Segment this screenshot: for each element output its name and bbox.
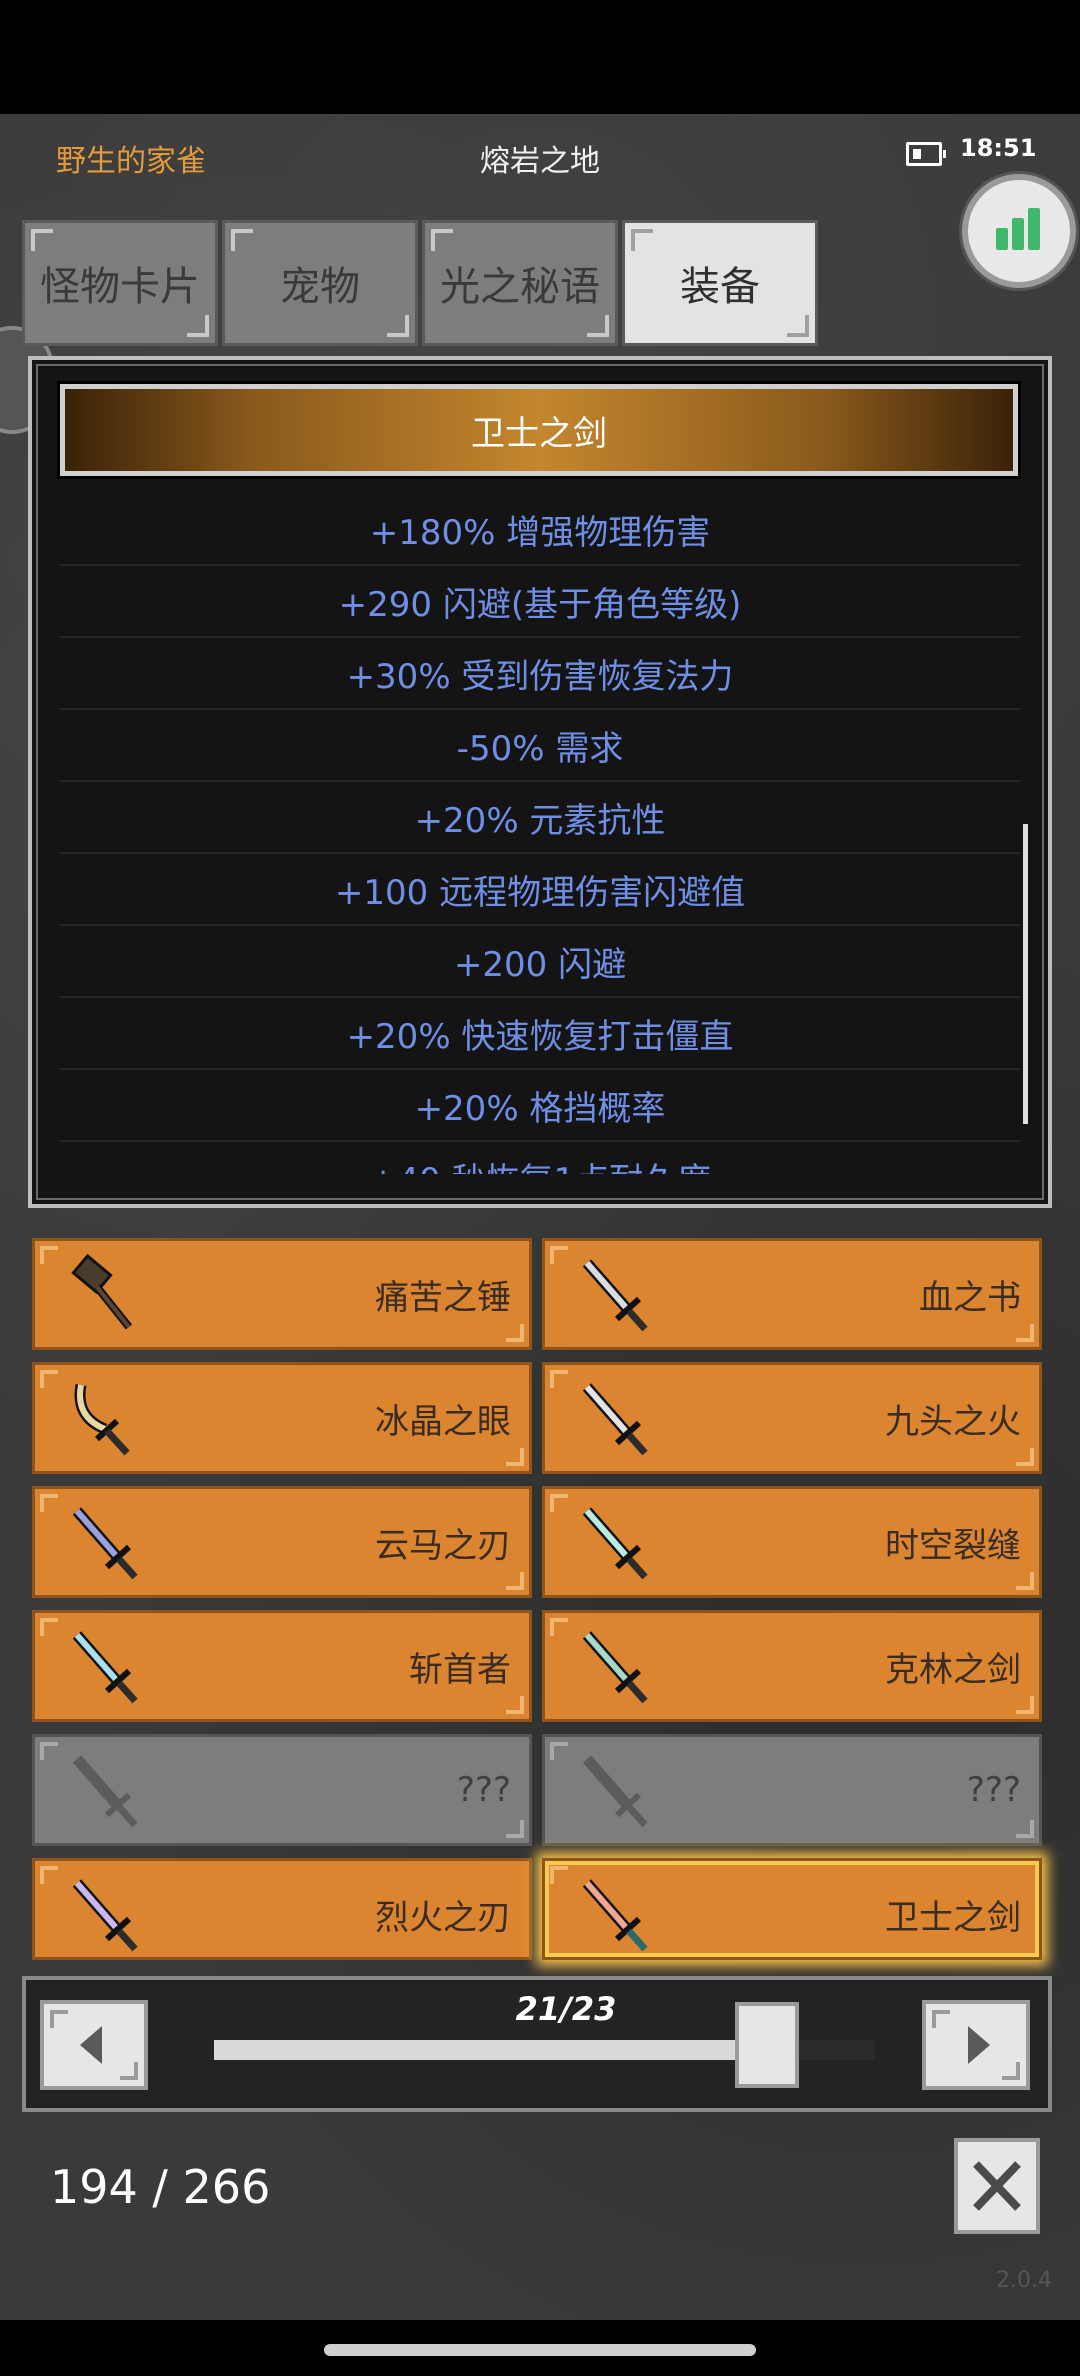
curved-blade-icon	[74, 1383, 130, 1456]
next-page-button[interactable]	[922, 2000, 1030, 2090]
stat-line: +40 秒恢复1点耐久度	[60, 1142, 1020, 1175]
locked-sword-icon	[72, 1755, 138, 1828]
stat-line: +290 闪避(基于角色等级)	[60, 566, 1020, 638]
stats-scrollbar[interactable]	[1023, 494, 1028, 1154]
locked-sword-icon	[582, 1755, 648, 1828]
equipment-card-locked[interactable]: ???	[542, 1734, 1042, 1846]
stat-line: -50% 需求	[60, 710, 1020, 782]
signal-button[interactable]	[962, 174, 1076, 288]
equipment-card[interactable]: 九头之火	[542, 1362, 1042, 1474]
status-bar: 野生的家雀 熔岩之地 18:51	[0, 114, 1080, 204]
equipment-name: 云马之刃	[375, 1525, 511, 1566]
equipment-name: 克林之剑	[885, 1649, 1021, 1690]
tab-monster-cards[interactable]: 怪物卡片	[22, 220, 218, 346]
tab-label: 光之秘语	[440, 264, 600, 310]
prev-page-button[interactable]	[40, 2000, 148, 2090]
tab-pets[interactable]: 宠物	[222, 220, 418, 346]
sword-icon	[72, 1631, 138, 1704]
equipment-card[interactable]: 克林之剑	[542, 1610, 1042, 1722]
stat-line: +20% 快速恢复打击僵直	[60, 998, 1020, 1070]
equipment-card[interactable]: 烈火之刃	[32, 1858, 532, 1960]
page-navigator: 21/23	[22, 1976, 1052, 2112]
equipment-card[interactable]: 冰晶之眼	[32, 1362, 532, 1474]
battery-icon	[906, 142, 946, 166]
item-stats-list[interactable]: +180% 增强物理伤害 +290 闪避(基于角色等级) +30% 受到伤害恢复…	[60, 494, 1020, 1174]
equipment-name: 冰晶之眼	[375, 1401, 511, 1442]
tab-label: 宠物	[280, 264, 360, 310]
equipment-card-selected[interactable]: 卫士之剑	[542, 1858, 1042, 1960]
stat-line: +200 闪避	[60, 926, 1020, 998]
close-icon	[973, 2161, 1021, 2211]
hammer-icon	[71, 1253, 133, 1330]
stat-line: +180% 增强物理伤害	[60, 494, 1020, 566]
equipment-name: 时空裂缝	[885, 1525, 1021, 1566]
equipment-card[interactable]: 血之书	[542, 1238, 1042, 1350]
sword-icon	[582, 1259, 648, 1332]
equipment-card[interactable]: 时空裂缝	[542, 1486, 1042, 1598]
sword-icon	[582, 1507, 648, 1580]
stat-line: +30% 受到伤害恢复法力	[60, 638, 1020, 710]
stat-line: +20% 元素抗性	[60, 782, 1020, 854]
equipment-card-locked[interactable]: ???	[32, 1734, 532, 1846]
sword-icon	[72, 1507, 138, 1580]
tab-equipment[interactable]: 装备	[622, 220, 818, 346]
page-slider-thumb[interactable]	[735, 2002, 799, 2088]
sword-icon	[72, 1879, 138, 1952]
sword-icon	[582, 1631, 648, 1704]
item-title: 卫士之剑	[57, 381, 1021, 479]
stat-line: +20% 格挡概率	[60, 1070, 1020, 1142]
sword-icon	[582, 1879, 648, 1952]
equipment-name: ???	[966, 1770, 1021, 1810]
sword-icon	[582, 1383, 648, 1456]
equipment-name: 九头之火	[885, 1401, 1021, 1442]
home-indicator[interactable]	[324, 2344, 756, 2356]
equipment-name: 烈火之刃	[375, 1897, 511, 1938]
equipment-name: 卫士之剑	[885, 1897, 1021, 1938]
close-button[interactable]	[954, 2138, 1040, 2234]
page-indicator: 21/23	[515, 1990, 617, 2028]
equipment-name: 痛苦之锤	[375, 1277, 511, 1318]
equipment-name: ???	[456, 1770, 511, 1810]
equipment-card[interactable]: 痛苦之锤	[32, 1238, 532, 1350]
tab-label: 怪物卡片	[40, 264, 200, 310]
stat-line: +100 远程物理伤害闪避值	[60, 854, 1020, 926]
game-screen: 野生的家雀 熔岩之地 18:51 怪物卡片 宠物 光之秘语 装备 卫士之剑 +1…	[0, 114, 1080, 2320]
tab-light-secrets[interactable]: 光之秘语	[422, 220, 618, 346]
item-detail-panel: 卫士之剑 +180% 增强物理伤害 +290 闪避(基于角色等级) +30% 受…	[28, 356, 1052, 1208]
equipment-card[interactable]: 斩首者	[32, 1610, 532, 1722]
equipment-card[interactable]: 云马之刃	[32, 1486, 532, 1598]
collection-count: 194 / 266	[50, 2160, 271, 2214]
clock: 18:51	[960, 134, 1037, 162]
equipment-name: 血之书	[919, 1277, 1021, 1318]
equipment-name: 斩首者	[409, 1649, 511, 1690]
tab-label: 装备	[680, 264, 760, 310]
version-label: 2.0.4	[996, 2268, 1052, 2293]
